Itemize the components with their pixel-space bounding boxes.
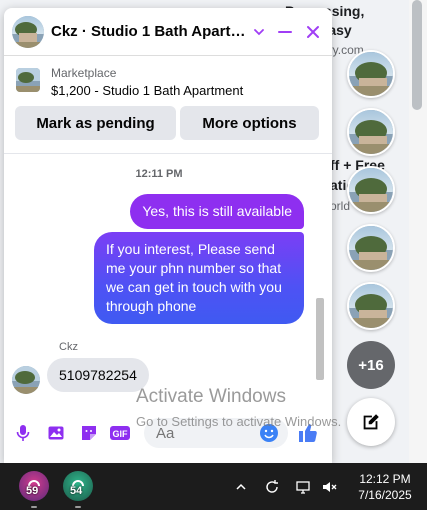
listing-banner: Marketplace $1,200 - Studio 1 Bath Apart… — [4, 56, 332, 154]
taskbar: 59 54 12:12 PM 7/16/2025 — [0, 463, 427, 510]
bg-text-6: orld — [330, 199, 351, 213]
more-options-button[interactable]: More options — [180, 106, 319, 140]
minimize-icon[interactable] — [274, 21, 296, 43]
page-scrollbar-thumb[interactable] — [412, 0, 422, 110]
svg-text:GIF: GIF — [113, 429, 129, 439]
message-timestamp: 12:11 PM — [135, 168, 183, 180]
clock-date: 7/16/2025 — [358, 488, 412, 502]
message-composer: GIF — [4, 411, 332, 455]
thumbs-up-icon[interactable] — [297, 422, 319, 444]
chat-scrollbar-thumb[interactable] — [316, 298, 324, 380]
app-1-badge: 59 — [26, 485, 39, 497]
sender-avatar[interactable] — [12, 366, 40, 394]
emoji-icon[interactable] — [258, 422, 280, 444]
chat-head-1[interactable] — [347, 50, 395, 98]
sticker-icon[interactable] — [78, 422, 100, 444]
outgoing-message[interactable]: If you interest, Please send me your phn… — [94, 232, 304, 324]
sync-icon[interactable] — [263, 478, 281, 496]
network-icon[interactable] — [294, 478, 312, 496]
microphone-icon[interactable] — [12, 422, 34, 444]
app-2-badge: 54 — [70, 485, 83, 497]
sender-name: Ckz — [59, 341, 78, 353]
mark-as-pending-button[interactable]: Mark as pending — [15, 106, 176, 140]
chat-head-3[interactable] — [347, 166, 395, 214]
incoming-message[interactable]: 5109782254 — [47, 358, 149, 392]
clock-time: 12:12 PM — [359, 472, 411, 486]
chevron-down-icon[interactable] — [248, 21, 270, 43]
chat-head-4[interactable] — [347, 224, 395, 272]
chat-head-2[interactable] — [347, 108, 395, 156]
listing-type: Marketplace — [51, 66, 117, 80]
compose-icon — [363, 414, 379, 430]
more-chats-count: +16 — [358, 356, 384, 374]
chat-head-5[interactable] — [347, 282, 395, 330]
chevron-up-icon[interactable] — [232, 478, 250, 496]
volume-muted-icon[interactable] — [320, 478, 338, 496]
chat-header: Ckz · Studio 1 Bath Apartment — [4, 8, 332, 56]
contact-avatar[interactable] — [12, 16, 44, 48]
message-thread: 12:11 PM Yes, this is still available If… — [4, 154, 332, 394]
listing-thumbnail[interactable] — [16, 68, 40, 92]
chat-window: Ckz · Studio 1 Bath Apartment Marketplac… — [4, 8, 332, 463]
app-2-indicator — [75, 506, 81, 508]
gif-icon[interactable]: GIF — [108, 422, 132, 444]
more-chats-button[interactable]: +16 — [347, 341, 395, 389]
system-clock[interactable]: 12:12 PM 7/16/2025 — [350, 471, 420, 503]
new-message-button[interactable] — [347, 398, 395, 446]
image-icon[interactable] — [45, 422, 67, 444]
listing-title[interactable]: $1,200 - Studio 1 Bath Apartment — [51, 83, 243, 98]
outgoing-message[interactable]: Yes, this is still available — [130, 194, 304, 229]
close-icon[interactable] — [302, 21, 324, 43]
app-1-indicator — [31, 506, 37, 508]
chat-title[interactable]: Ckz · Studio 1 Bath Apartment — [51, 23, 251, 40]
